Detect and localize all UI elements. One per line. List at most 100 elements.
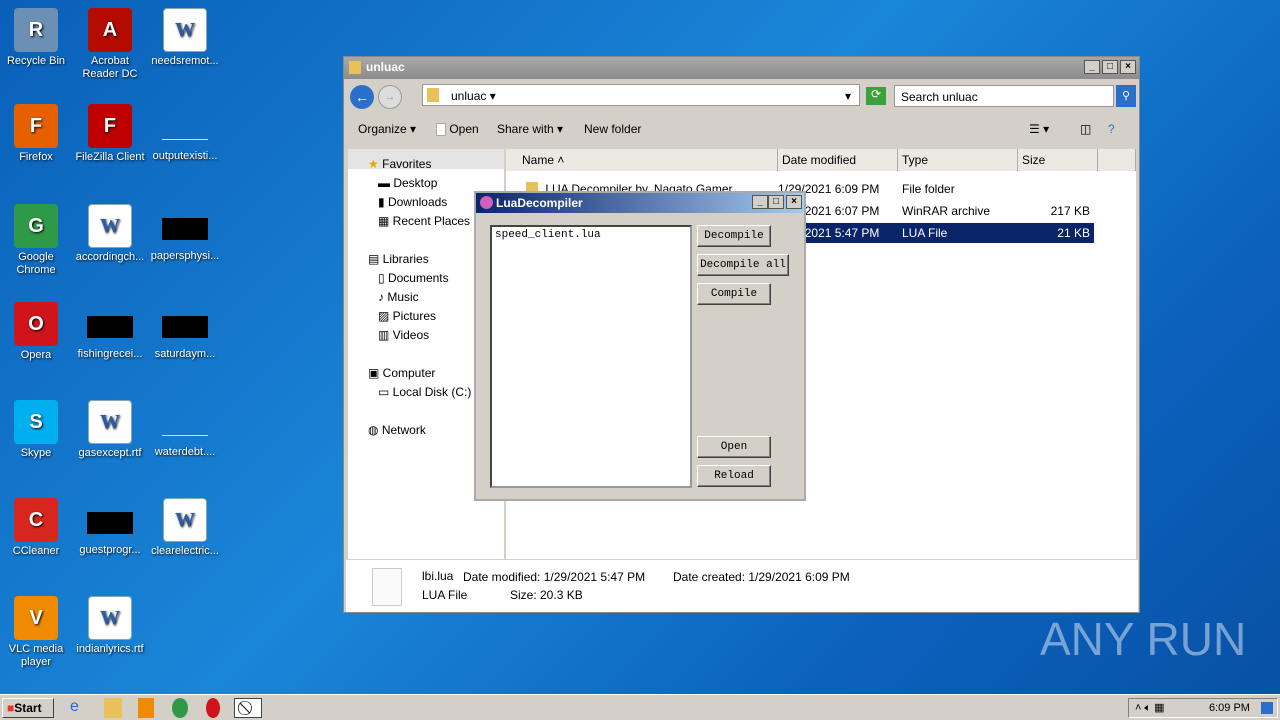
address-bar[interactable]: unluac ▾ ▾ — [422, 84, 860, 106]
close-button[interactable]: × — [1120, 60, 1136, 74]
column-filler — [1098, 149, 1136, 171]
word-doc-icon: W — [88, 204, 132, 248]
nav-recent-places[interactable]: ▦ Recent Places — [378, 214, 470, 228]
file-type: LUA File — [902, 226, 948, 240]
search-icon[interactable]: ⚲ — [1116, 85, 1136, 107]
desktop-icon[interactable]: outputexisti... — [147, 104, 223, 163]
recycle-bin-icon: R — [14, 8, 58, 52]
status-type: LUA File — [422, 588, 468, 602]
nav-libraries[interactable]: ▤ Libraries — [368, 252, 429, 266]
nav-documents[interactable]: ▯ Documents — [378, 271, 449, 285]
status-modified: Date modified: 1/29/2021 5:47 PM — [463, 570, 646, 584]
explorer-taskbar-icon[interactable] — [104, 698, 122, 718]
explorer-title-bar[interactable]: unluac _ □ × — [344, 57, 1139, 79]
desktop-icon-label: Firefox — [19, 151, 53, 163]
file-icon — [162, 414, 208, 436]
desktop-icon-label: Google Chrome — [16, 251, 56, 276]
desktop-icon-label: FileZilla Client — [75, 151, 145, 163]
decompile-all-button[interactable]: Decompile all — [697, 254, 789, 276]
nav-music[interactable]: ♪ Music — [378, 290, 419, 304]
desktop-icon[interactable]: Waccordingch... — [72, 204, 148, 264]
media-player-icon[interactable] — [138, 698, 154, 718]
search-input[interactable]: Search unluac — [894, 85, 1114, 107]
file-icon — [372, 568, 402, 606]
desktop-icon[interactable]: Wgasexcept.rtf — [72, 400, 148, 460]
open-button[interactable]: Open — [436, 122, 479, 137]
view-options-icon[interactable]: ☰ ▾ — [1029, 122, 1049, 136]
forward-button[interactable]: → — [378, 85, 402, 109]
desktop-icon[interactable]: Wclearelectric... — [147, 498, 223, 558]
desktop-icon[interactable]: Wneedsremot... — [147, 8, 223, 68]
open-file-button[interactable]: Open — [697, 436, 771, 458]
volume-icon[interactable]: 🔈︎ — [1145, 702, 1152, 714]
desktop-icon[interactable]: S Skype — [0, 400, 74, 460]
dialog-maximize-button[interactable]: □ — [768, 195, 784, 209]
desktop-icon-label: clearelectric... — [151, 545, 219, 557]
nav-downloads[interactable]: ▮ Downloads — [378, 195, 447, 209]
desktop-icon-label: waterdebt.... — [154, 446, 216, 458]
start-button[interactable]: ■Start — [2, 698, 54, 718]
desktop-icon[interactable]: R Recycle Bin — [0, 8, 74, 68]
desktop-icon[interactable]: papersphysi... — [147, 204, 223, 263]
prohibited-icon[interactable]: ⃠ — [234, 698, 262, 718]
desktop-icon[interactable]: waterdebt.... — [147, 400, 223, 459]
status-size: Size: 20.3 KB — [510, 588, 583, 602]
desktop-icon[interactable]: Windianlyrics.rtf — [72, 596, 148, 656]
chrome-icon: G — [14, 204, 58, 248]
refresh-button[interactable]: ⟳ — [866, 87, 886, 105]
nav-local-disk[interactable]: ▭ Local Disk (C:) — [378, 385, 471, 399]
file-icon — [87, 512, 133, 534]
file-listbox[interactable]: speed_client.lua — [490, 225, 692, 488]
nav-pictures[interactable]: ▨ Pictures — [378, 309, 436, 323]
ie-icon[interactable]: e — [70, 698, 79, 718]
dialog-close-button[interactable]: × — [786, 195, 802, 209]
desktop-icon[interactable]: G Google Chrome — [0, 204, 74, 277]
nav-desktop[interactable]: ▬ Desktop — [378, 176, 437, 190]
maximize-button[interactable]: □ — [1102, 60, 1118, 74]
desktop-icon[interactable]: C CCleaner — [0, 498, 74, 558]
file-icon — [162, 316, 208, 338]
desktop-icon-label: Skype — [20, 447, 52, 459]
chrome-taskbar-icon[interactable] — [172, 698, 188, 718]
file-icon — [162, 218, 208, 240]
share-with-button[interactable]: Share with ▾ — [497, 122, 563, 136]
desktop-icon[interactable]: V VLC media player — [0, 596, 74, 669]
dialog-title: LuaDecompiler — [496, 196, 583, 210]
desktop-icon[interactable]: F Firefox — [0, 104, 74, 164]
column-date[interactable]: Date modified — [778, 149, 898, 171]
minimize-button[interactable]: _ — [1084, 60, 1100, 74]
organize-button[interactable]: Organize ▾ — [358, 122, 416, 136]
desktop-icon[interactable]: fishingrecei... — [72, 302, 148, 361]
clock[interactable]: 6:09 PM — [1209, 702, 1250, 714]
nav-computer[interactable]: ▣ Computer — [368, 366, 435, 380]
network-icon[interactable]: ▦ — [1154, 702, 1164, 714]
nav-network[interactable]: ◍ Network — [368, 423, 426, 437]
dialog-title-bar[interactable]: LuaDecompiler _ □ × — [476, 193, 804, 213]
desktop-icon[interactable]: F FileZilla Client — [72, 104, 148, 164]
decompile-button[interactable]: Decompile — [697, 225, 771, 247]
desktop-icon[interactable]: A Acrobat Reader DC — [72, 8, 148, 81]
folder-icon — [349, 61, 361, 74]
help-icon[interactable]: ? — [1108, 122, 1115, 136]
desktop-icon[interactable]: guestprogr... — [72, 498, 148, 557]
column-type[interactable]: Type — [898, 149, 1018, 171]
column-name[interactable]: Name ˄ — [506, 149, 778, 171]
nav-favorites[interactable]: ★ Favorites — [368, 157, 431, 171]
nav-videos[interactable]: ▥ Videos — [378, 328, 429, 342]
show-hidden-icons[interactable]: ˄ — [1135, 702, 1141, 714]
reload-button[interactable]: Reload — [697, 465, 771, 487]
desktop-icon[interactable]: saturdaym... — [147, 302, 223, 361]
opera-taskbar-icon[interactable] — [206, 698, 220, 718]
column-size[interactable]: Size — [1018, 149, 1098, 171]
preview-pane-icon[interactable]: ◫ — [1080, 122, 1091, 136]
compile-button[interactable]: Compile — [697, 283, 771, 305]
file-icon — [87, 316, 133, 338]
listbox-item[interactable]: speed_client.lua — [495, 229, 687, 241]
desktop-icon[interactable]: O Opera — [0, 302, 74, 362]
desktop-icon-label: fishingrecei... — [77, 348, 143, 360]
dialog-minimize-button[interactable]: _ — [752, 195, 768, 209]
new-folder-button[interactable]: New folder — [584, 122, 641, 136]
desktop-icon-label: gasexcept.rtf — [78, 447, 142, 459]
show-desktop-icon[interactable] — [1261, 702, 1273, 714]
back-button[interactable]: ← — [350, 85, 374, 109]
